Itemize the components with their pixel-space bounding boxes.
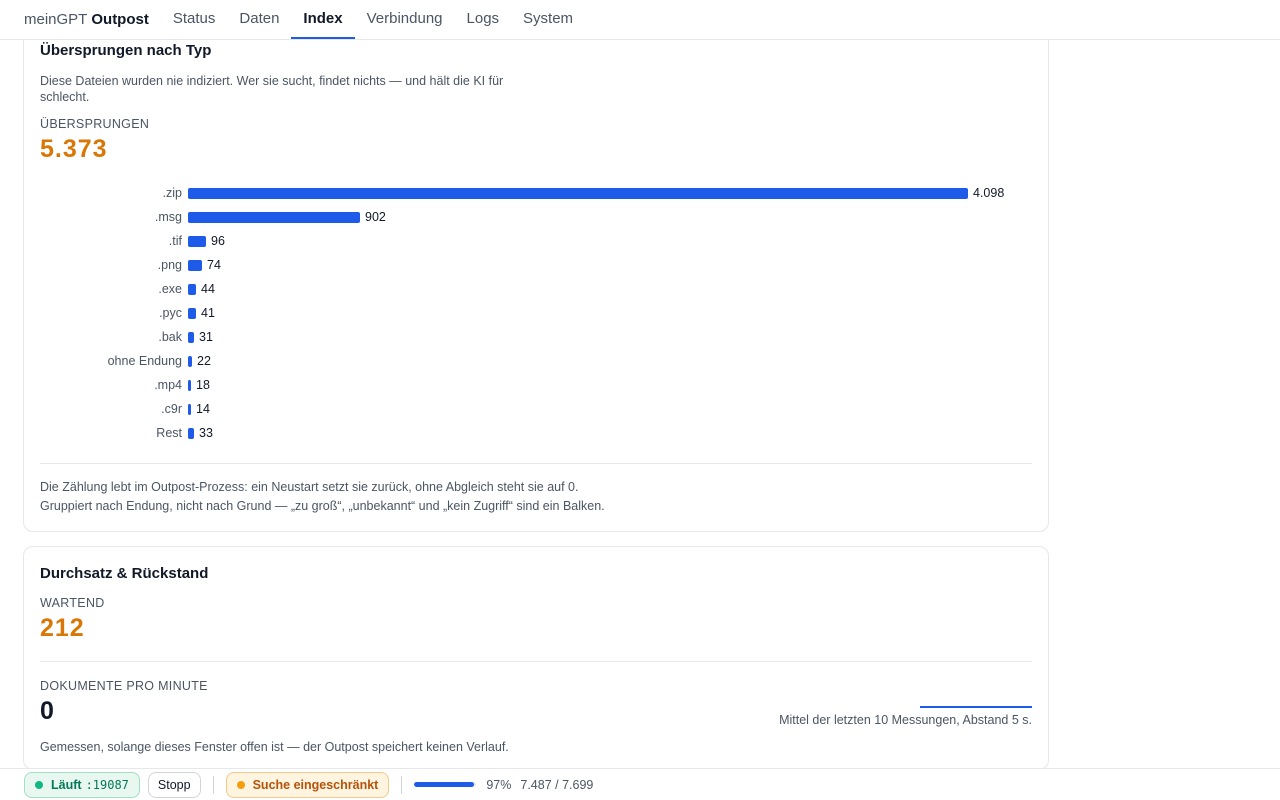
bar-row: .exe 44 [24, 277, 1050, 301]
bar [188, 284, 196, 295]
bar-value-label: 22 [197, 354, 211, 368]
throughput-card: Durchsatz & Rückstand Wartend 212 Dokume… [23, 546, 1049, 770]
avg-measurement-note: Mittel der letzten 10 Messungen, Abstand… [779, 713, 1032, 727]
tab-verbindung[interactable]: Verbindung [355, 0, 455, 39]
bar-row: .bak 31 [24, 325, 1050, 349]
bar-value-label: 902 [365, 210, 386, 224]
bar-category-label: .zip [162, 186, 182, 200]
bar [188, 308, 196, 319]
divider [40, 463, 1032, 464]
skipped-bar-chart: .zip 4.098 .msg 902 .tif 96 .png 74 .exe 44 .pyc 41… [24, 181, 1050, 451]
skipped-kpi-label: Übersprungen [40, 117, 150, 131]
bar-value-label: 74 [207, 258, 221, 272]
top-nav: meinGPT Outpost Status Daten Index Verbi… [0, 0, 1280, 40]
skipped-note-line-2: Gruppiert nach Endung, nicht nach Grund … [40, 499, 605, 513]
search-status-badge[interactable]: Suche eingeschränkt [225, 771, 390, 798]
throughput-note: Gemessen, solange dieses Fenster offen i… [40, 740, 509, 754]
stop-button[interactable]: Stopp [147, 771, 201, 798]
bar [188, 428, 194, 439]
bar-value-label: 33 [199, 426, 213, 440]
bar-category-label: Rest [156, 426, 182, 440]
throughput-sparkline [920, 706, 1032, 708]
bar-category-label: .exe [158, 282, 182, 296]
tab-daten[interactable]: Daten [227, 0, 291, 39]
bar-category-label: .pyc [159, 306, 182, 320]
bar-row: .tif 96 [24, 229, 1050, 253]
waiting-label: Wartend [40, 596, 105, 610]
index-progress-fill [414, 782, 475, 787]
bar-value-label: 4.098 [973, 186, 1005, 200]
running-label: Läuft [51, 777, 82, 792]
brand-logo[interactable]: meinGPT Outpost [24, 0, 149, 39]
bar-category-label: .mp4 [154, 378, 182, 392]
bar [188, 380, 191, 391]
skipped-card-title: Übersprungen nach Typ [40, 42, 212, 59]
bar-row: .msg 902 [24, 205, 1050, 229]
bar [188, 332, 194, 343]
bar [188, 404, 191, 415]
bar-category-label: .c9r [161, 402, 182, 416]
bar [188, 236, 206, 247]
bar-value-label: 31 [199, 330, 213, 344]
bar [188, 188, 968, 199]
bar-value-label: 18 [196, 378, 210, 392]
bar-value-label: 14 [196, 402, 210, 416]
bar-category-label: ohne Endung [107, 354, 182, 368]
status-dot-icon [35, 780, 43, 789]
skipped-kpi-value: 5.373 [40, 135, 108, 163]
skipped-description: Diese Dateien wurden nie indiziert. Wer … [40, 74, 504, 104]
tab-status[interactable]: Status [161, 0, 228, 39]
tab-system[interactable]: System [511, 0, 585, 39]
bar-row: ohne Endung 22 [24, 349, 1050, 373]
bar-value-label: 44 [201, 282, 215, 296]
brand-prefix: meinGPT [24, 11, 88, 28]
bar-category-label: .bak [158, 330, 182, 344]
tab-logs[interactable]: Logs [455, 0, 512, 39]
throughput-card-title: Durchsatz & Rückstand [40, 565, 209, 582]
bar-row: .pyc 41 [24, 301, 1050, 325]
bar-row: Rest 33 [24, 421, 1050, 445]
bar-value-label: 96 [211, 234, 225, 248]
search-status-label: Suche eingeschränkt [252, 777, 379, 792]
bar-category-label: .msg [154, 210, 182, 224]
brand-name: Outpost [91, 11, 149, 28]
waiting-value: 212 [40, 614, 85, 642]
status-bar: Läuft :19087 Stopp Suche eingeschränkt 9… [0, 768, 1280, 800]
port-value: :19087 [85, 777, 129, 792]
separator [212, 775, 214, 794]
index-progress-counts: 7.487 / 7.699 [520, 777, 594, 792]
bar-category-label: .tif [168, 234, 182, 248]
bar-row: .png 74 [24, 253, 1050, 277]
dpm-value: 0 [40, 697, 55, 725]
bar-value-label: 41 [201, 306, 215, 320]
bar-row: .zip 4.098 [24, 181, 1050, 205]
bar-row: .c9r 14 [24, 397, 1050, 421]
separator [401, 775, 403, 794]
skipped-by-type-card: Übersprungen nach Typ Diese Dateien wurd… [23, 20, 1049, 532]
bar-category-label: .png [157, 258, 182, 272]
bar [188, 260, 202, 271]
running-status-badge[interactable]: Läuft :19087 [24, 771, 140, 798]
divider [40, 661, 1032, 662]
tab-index[interactable]: Index [291, 0, 355, 39]
bar [188, 212, 360, 223]
index-progress-bar [414, 782, 477, 787]
dpm-label: Dokumente pro Minute [40, 679, 208, 693]
warning-dot-icon [236, 780, 245, 789]
bar-row: .mp4 18 [24, 373, 1050, 397]
skipped-note-line-1: Die Zählung lebt im Outpost-Prozess: ein… [40, 480, 579, 494]
bar [188, 356, 192, 367]
index-progress-percent: 97% [486, 777, 512, 792]
